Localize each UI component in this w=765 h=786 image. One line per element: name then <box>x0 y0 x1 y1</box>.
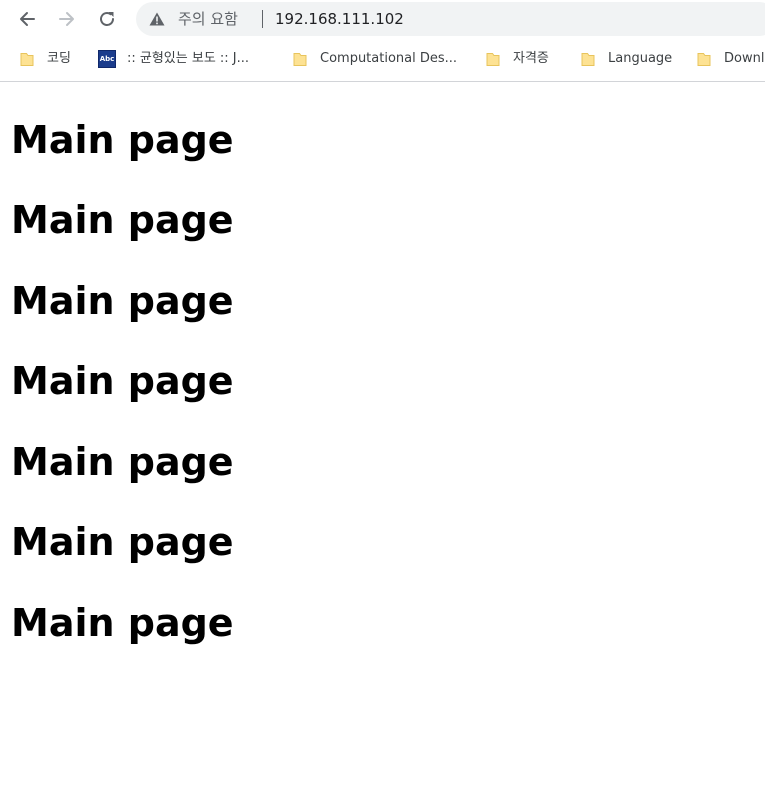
bookmark-folder-language[interactable]: Language <box>580 44 672 74</box>
folder-icon <box>20 53 34 66</box>
bookmark-label: 코딩 <box>47 51 71 66</box>
forward-arrow-icon <box>59 12 74 26</box>
bookmark-folder-certificates[interactable]: 자격증 <box>485 44 549 74</box>
bookmark-label: Language <box>608 51 673 66</box>
bookmark-folder-computational[interactable]: Computational Des... <box>292 44 457 74</box>
page-content: Main page Main page Main page Main page … <box>11 83 751 646</box>
address-separator <box>262 10 263 28</box>
page-heading: Main page <box>11 520 234 564</box>
site-favicon-icon: Abc <box>98 50 116 68</box>
page-heading: Main page <box>11 118 234 162</box>
back-button[interactable] <box>13 5 41 33</box>
bookmarks-bar: 코딩 Abc :: 균형있는 보도 :: J... Computational … <box>0 44 765 74</box>
browser-toolbar: 주의 요함 192.168.111.102 <box>0 0 765 38</box>
reload-button[interactable] <box>93 5 121 33</box>
page-heading: Main page <box>11 359 234 403</box>
folder-icon <box>581 53 595 66</box>
page-heading: Main page <box>11 278 234 323</box>
forward-button[interactable] <box>53 5 81 33</box>
bookmark-label: Downl <box>724 51 765 66</box>
url-text[interactable]: 192.168.111.102 <box>275 9 404 29</box>
folder-icon <box>293 53 307 66</box>
bookmark-label: 자격증 <box>513 51 549 66</box>
bookmark-label: :: 균형있는 보도 :: J... <box>127 51 250 66</box>
page-heading: Main page <box>11 198 234 242</box>
page-heading: Main page <box>11 439 234 484</box>
security-status-label[interactable]: 주의 요함 <box>178 9 238 29</box>
bookmark-label: Computational Des... <box>320 51 458 66</box>
bookmark-folder-downloads[interactable]: Downl <box>696 44 764 74</box>
browser-chrome: 주의 요함 192.168.111.102 코딩 Abc :: 균형있는 보도 … <box>0 0 765 82</box>
address-bar[interactable]: 주의 요함 192.168.111.102 <box>136 2 765 36</box>
reload-icon <box>100 12 114 26</box>
page-heading: Main page <box>11 600 234 645</box>
folder-icon <box>697 53 711 66</box>
bookmark-folder-coding[interactable]: 코딩 <box>19 44 71 74</box>
warning-triangle-icon <box>149 12 165 26</box>
folder-icon <box>486 53 500 66</box>
back-arrow-icon <box>20 12 35 26</box>
bookmark-news-site[interactable]: Abc :: 균형있는 보도 :: J... <box>98 44 249 74</box>
